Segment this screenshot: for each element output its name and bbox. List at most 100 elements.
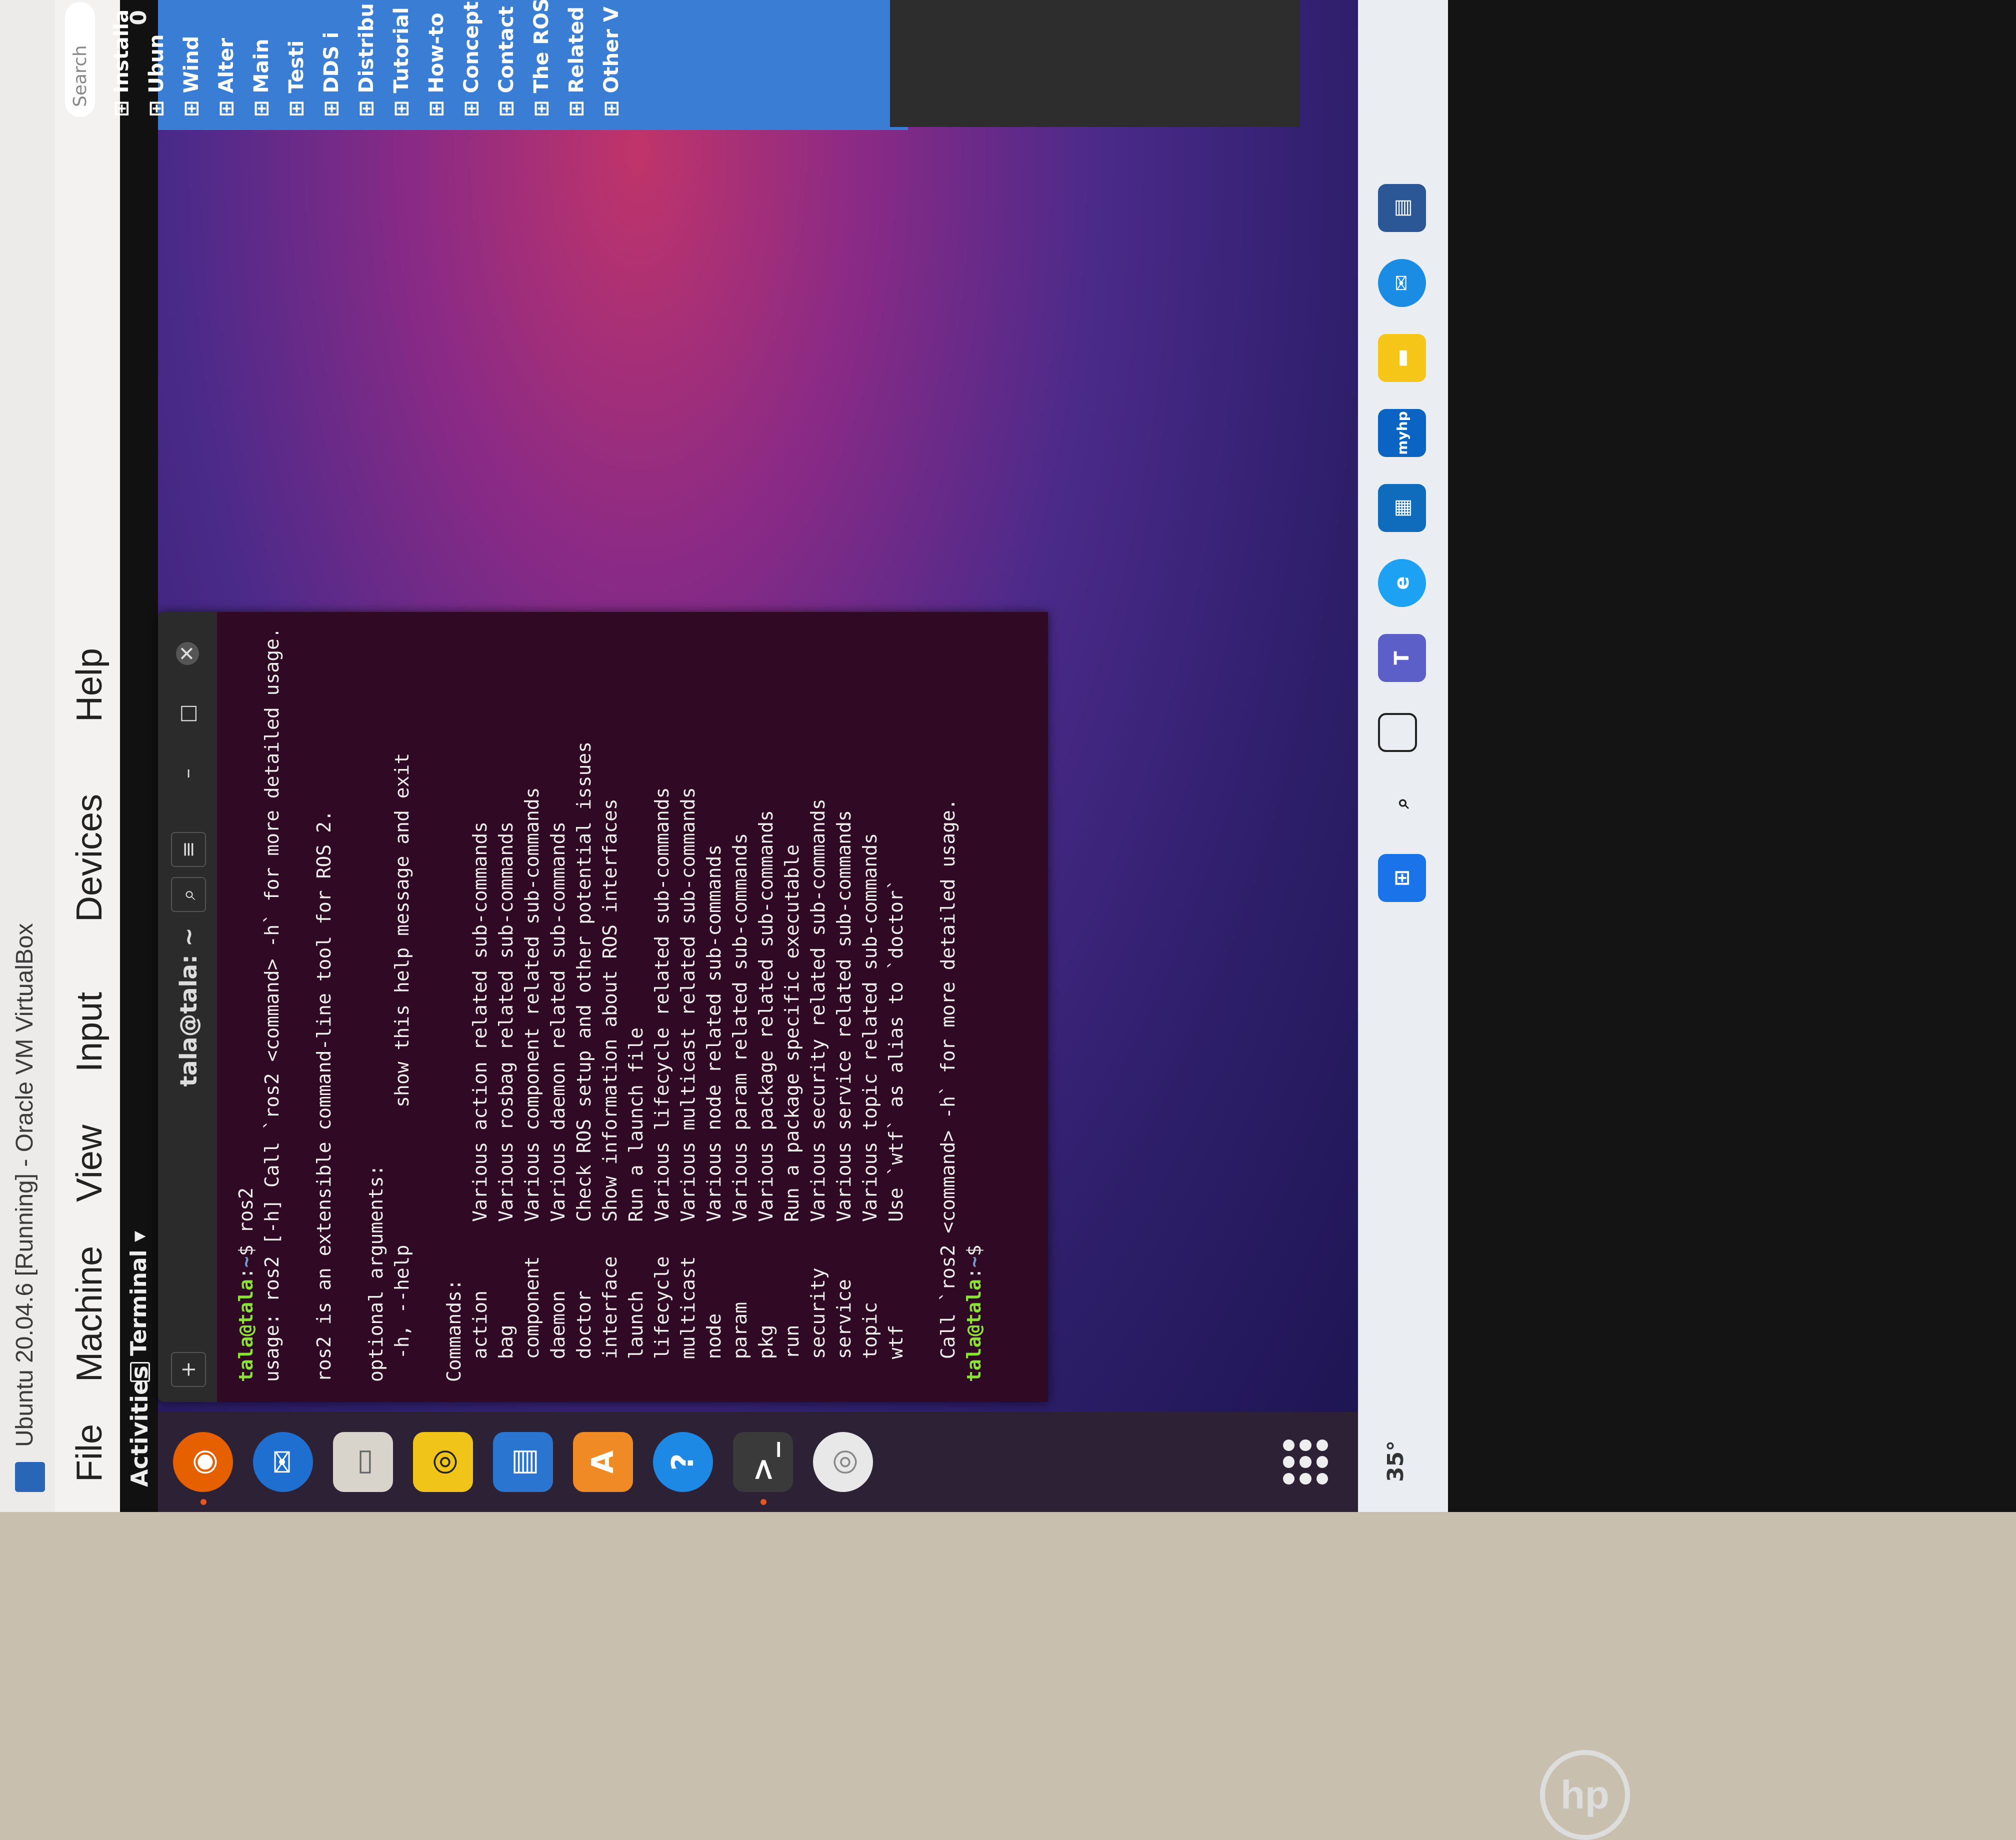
laptop-bezel — [1448, 0, 2016, 1512]
virtualbox-app-icon — [15, 1462, 45, 1492]
thunderbird-icon[interactable]: ✉ — [253, 1432, 313, 1492]
virtualbox-title-bar: Ubuntu 20.04.6 [Running] - Oracle VM Vir… — [0, 0, 55, 1512]
help-flag-line: -h, --help show this help message and ex… — [391, 752, 413, 1382]
docs-nav-item[interactable]: ⊞ Alter — [215, 0, 238, 117]
terminal-icon[interactable]: >_ — [733, 1432, 793, 1492]
terminal-small-icon — [130, 1362, 150, 1382]
command-name: multicast — [677, 1222, 699, 1382]
running-indicator — [200, 1499, 206, 1505]
command-description: Various action related sub-commands — [469, 821, 491, 1222]
show-applications-icon[interactable] — [1283, 1440, 1328, 1484]
terminal-output[interactable]: tala@tala:~$ ros2 usage: ros2 [-h] Call `… — [233, 632, 1038, 1382]
command-description: Various param related sub-commands — [729, 832, 751, 1222]
command-row: launch Run a launch file — [623, 632, 649, 1382]
docs-nav-item[interactable]: ⊞ Tutorial — [390, 0, 413, 117]
docs-search-input[interactable]: Search — [65, 2, 95, 117]
menu-view[interactable]: View — [69, 1124, 110, 1202]
command-name: action — [469, 1222, 491, 1382]
search-icon[interactable]: ⌕ — [1378, 779, 1426, 827]
minimize-icon[interactable]: – — [176, 762, 199, 785]
docs-nav-item[interactable]: ⊞ DDS i — [320, 0, 343, 117]
ubuntu-dock: ◉ ✉ ▭ ◎ ▤ A ? >_ ◎ — [158, 1412, 1358, 1512]
command-row: param Various param related sub-commands — [727, 632, 753, 1382]
search-icon[interactable]: ⌕ — [171, 877, 206, 912]
docs-nav-item[interactable]: ⊞ Related — [565, 0, 588, 117]
docs-nav-item[interactable]: ⊞ Contact — [495, 0, 518, 117]
app-menu[interactable]: Terminal ▾ — [126, 1231, 152, 1382]
close-icon[interactable]: ✕ — [176, 642, 199, 665]
docs-nav-item[interactable]: ⊞ How-to — [425, 0, 448, 117]
docs-nav-item[interactable]: ⊞ Testi — [285, 0, 308, 117]
docs-nav-item[interactable]: ⊞ Concept — [460, 0, 483, 117]
command-row: lifecycle Various lifecycle related sub-… — [649, 632, 675, 1382]
virtualbox-menu-bar: File Machine View Input Devices Help — [55, 0, 120, 1512]
teams-icon[interactable]: T — [1378, 634, 1426, 682]
command-description: Various rosbag related sub-commands — [495, 821, 517, 1222]
docs-nav-item[interactable]: ⊞ Main — [250, 0, 273, 117]
dvd-icon[interactable]: ◎ — [813, 1432, 873, 1492]
command-description: Various daemon related sub-commands — [547, 821, 569, 1222]
command-name: wtf — [885, 1222, 907, 1382]
store-icon[interactable]: ▦ — [1378, 484, 1426, 532]
weather-widget[interactable]: 35° — [1383, 1440, 1408, 1482]
calculator-icon[interactable]: ▤ — [1378, 184, 1426, 232]
activities-button[interactable]: Activities — [126, 1366, 153, 1487]
running-indicator — [760, 1499, 766, 1505]
command-row: daemon Various daemon related sub-comman… — [545, 632, 571, 1382]
task-view-icon[interactable] — [1378, 713, 1417, 752]
command-row: multicast Various multicast related sub-… — [675, 632, 701, 1382]
command-name: launch — [625, 1222, 647, 1382]
docs-nav-item[interactable]: ⊞ Wind — [180, 0, 203, 117]
command-name: daemon — [547, 1222, 569, 1382]
command-name: param — [729, 1222, 751, 1382]
browser-docs-sidebar: Search ⊞ Installa ⊞ Ubun ⊞ Wind ⊞ Alter ⊞ Mai… — [65, 0, 1300, 127]
firefox-icon[interactable]: ◉ — [173, 1432, 233, 1492]
writer-icon[interactable]: ▤ — [493, 1432, 553, 1492]
typed-command: ros2 — [235, 1188, 257, 1234]
start-icon[interactable]: ⊞ — [1378, 854, 1426, 902]
docs-nav-item[interactable]: ⊞ Installa — [110, 0, 133, 117]
menu-machine[interactable]: Machine — [69, 1246, 110, 1382]
command-description: Various lifecycle related sub-commands — [651, 787, 673, 1222]
prompt-path: ~ — [235, 1256, 257, 1268]
command-name: node — [703, 1222, 725, 1382]
windows-taskbar: 35° ⊞ ⌕ T e ▦ myhp ▬ ✉ ▤ — [1358, 0, 1448, 1512]
command-description: Various service related sub-commands — [833, 810, 855, 1222]
docs-nav-item[interactable]: ⊞ Other V — [600, 0, 623, 117]
command-row: service Various service related sub-comm… — [831, 632, 857, 1382]
maximize-icon[interactable]: □ — [176, 702, 199, 725]
myhp-icon[interactable]: myhp — [1378, 409, 1426, 457]
docs-nav-item[interactable]: ⊞ Ubun — [145, 0, 168, 117]
terminal-window[interactable]: + tala@tala: ~ ⌕ ≡ – □ ✕ tala@tala:~$ ro… — [158, 612, 1048, 1402]
menu-input[interactable]: Input — [69, 992, 110, 1072]
vm-screen: Ubuntu 20.04.6 [Running] - Oracle VM Vir… — [0, 0, 2016, 1512]
docs-nav-item[interactable]: ⊞ Distribu — [355, 0, 378, 117]
commands-list: action Various action related sub-comman… — [467, 632, 909, 1382]
command-name: run — [781, 1222, 803, 1382]
command-name: security — [807, 1222, 829, 1382]
hamburger-menu-icon[interactable]: ≡ — [171, 832, 206, 867]
menu-help[interactable]: Help — [69, 648, 110, 722]
command-row: action Various action related sub-comman… — [467, 632, 493, 1382]
terminal-header-bar: + tala@tala: ~ ⌕ ≡ – □ ✕ — [158, 612, 217, 1402]
commands-header: Commands: — [443, 1279, 465, 1382]
file-explorer-icon[interactable]: ▬ — [1378, 334, 1426, 382]
menu-file[interactable]: File — [69, 1424, 110, 1482]
command-name: interface — [599, 1222, 621, 1382]
command-row: node Various node related sub-commands — [701, 632, 727, 1382]
command-row: security Various security related sub-co… — [805, 632, 831, 1382]
prompt-user: tala@tala — [963, 1279, 985, 1382]
description-line: ros2 is an extensible command-line tool … — [313, 810, 335, 1382]
help-icon[interactable]: ? — [653, 1432, 713, 1492]
edge-icon[interactable]: e — [1378, 559, 1426, 607]
rhythmbox-icon[interactable]: ◎ — [413, 1432, 473, 1492]
software-icon[interactable]: A — [573, 1432, 633, 1492]
command-row: interface Show information about ROS int… — [597, 632, 623, 1382]
command-description: Various security related sub-commands — [807, 798, 829, 1222]
outlook-icon[interactable]: ✉ — [1378, 259, 1426, 307]
command-name: pkg — [755, 1222, 777, 1382]
menu-devices[interactable]: Devices — [69, 794, 110, 922]
files-icon[interactable]: ▭ — [333, 1432, 393, 1492]
docs-nav-item[interactable]: ⊞ The ROS — [530, 0, 553, 117]
terminal-line-prompt: tala@tala:~$ — [963, 1233, 985, 1382]
